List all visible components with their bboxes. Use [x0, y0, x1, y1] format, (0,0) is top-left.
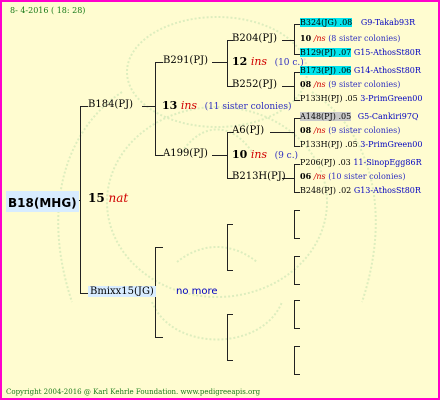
gen2-num: 10 — [232, 148, 248, 161]
gen2-item[interactable]: B291(PJ) — [163, 55, 208, 66]
footer-copyright: Copyright 2004-2016 @ Karl Kehrle Founda… — [6, 388, 261, 396]
gen3-item[interactable]: A6(PJ) — [232, 125, 264, 136]
gen4-code: G9 — [360, 18, 373, 27]
gen4-id: B248(PJ) .02 — [300, 186, 352, 195]
gen4-id: B324(JG) .08 — [300, 18, 353, 27]
gen3-tag: /ns — [313, 80, 326, 89]
gen4-line: -SinopEgg86R — [363, 158, 422, 167]
gen4-code: G5 — [357, 112, 370, 121]
gen2-tag: ins — [250, 148, 268, 161]
gen2-info: 12 ins (10 c.) — [232, 55, 304, 68]
gen2-num: 12 — [232, 55, 248, 68]
gen4-line: -Takab93R — [372, 18, 416, 27]
gen3-num: 10 — [300, 33, 312, 43]
gen3-note: (8 sister colonies) — [328, 34, 401, 43]
gen4-code: G13 — [353, 186, 371, 195]
gen3-note: (10 sister colonies) — [328, 172, 406, 181]
gen3-info: 06 /ns (10 sister colonies) — [300, 171, 405, 181]
gen4-line: -AthosSt80R — [370, 48, 421, 57]
no-more-label: no more — [176, 286, 218, 297]
root-tag: nat — [108, 191, 129, 205]
gen4-line: -PrimGreen00 — [365, 94, 423, 103]
gen3-tag: /ns — [313, 172, 326, 181]
gen4-line: -Cankiri97Q — [369, 112, 419, 121]
gen4-code: 11 — [353, 158, 364, 167]
gen4-row[interactable]: B324(JG) .08 G9-Takab93R — [300, 18, 415, 27]
gen3-note: (9 sister colonies) — [328, 80, 401, 89]
gen4-row[interactable]: B173(PJ) .06 G14-AthosSt80R — [300, 66, 421, 75]
gen4-id: P206(PJ) .03 — [300, 158, 351, 167]
gen3-num: 06 — [300, 171, 312, 181]
gen4-code: G15 — [353, 48, 371, 57]
gen2-tag: ins — [250, 55, 268, 68]
gen4-line: -AthosSt80R — [370, 66, 421, 75]
pedigree-frame: 8- 4-2016 ( 18: 28) B18(MHG) 15 nat B184… — [2, 2, 438, 398]
gen3-info: 08 /ns (9 sister colonies) — [300, 125, 400, 135]
gen2-info: 10 ins (9 c.) — [232, 148, 298, 161]
gen3-tag: /ns — [313, 34, 326, 43]
gen1-father-num: 13 — [162, 99, 178, 112]
report-date: 8- 4-2016 ( 18: 28) — [10, 6, 86, 15]
gen3-num: 08 — [300, 125, 312, 135]
gen3-num: 08 — [300, 79, 312, 89]
gen3-item[interactable]: B204(PJ) — [232, 33, 277, 44]
gen2-note: (9 c.) — [274, 151, 299, 161]
gen3-item[interactable]: B252(PJ) — [232, 79, 277, 90]
gen4-row[interactable]: P133H(PJ) .05 3-PrimGreen00 — [300, 140, 422, 149]
gen1-father[interactable]: B184(PJ) — [88, 99, 133, 110]
gen4-code: G14 — [353, 66, 371, 75]
gen4-row[interactable]: B248(PJ) .02 G13-AthosSt80R — [300, 186, 421, 195]
gen3-info: 08 /ns (9 sister colonies) — [300, 79, 400, 89]
gen1-mother[interactable]: Bmixx15(JG) — [88, 286, 156, 297]
gen1-father-info: 13 ins (11 sister colonies) — [162, 99, 292, 112]
gen1-father-note: (11 sister colonies) — [204, 102, 292, 112]
gen4-row[interactable]: P133H(PJ) .05 3-PrimGreen00 — [300, 94, 422, 103]
gen3-item[interactable]: B213H(PJ) — [232, 171, 286, 182]
gen1-father-tag: ins — [180, 99, 198, 112]
gen4-id: P133H(PJ) .05 — [300, 94, 358, 103]
root-queen[interactable]: B18(MHG) — [6, 191, 79, 212]
gen3-note: (9 sister colonies) — [328, 126, 401, 135]
gen4-id: A148(PJ) .05 — [300, 112, 352, 121]
gen4-id: B173(PJ) .06 — [300, 66, 352, 75]
gen3-info: 10 /ns (8 sister colonies) — [300, 33, 400, 43]
gen4-id: B129(PJ) .07 — [300, 48, 352, 57]
gen4-row[interactable]: A148(PJ) .05 G5-Cankiri97Q — [300, 112, 418, 121]
gen3-tag: /ns — [313, 126, 326, 135]
root-num: 15 — [88, 191, 105, 205]
root-name: B18(MHG) — [8, 196, 77, 210]
gen4-line: -AthosSt80R — [370, 186, 421, 195]
gen4-line: -PrimGreen00 — [365, 140, 423, 149]
gen4-row[interactable]: B129(PJ) .07 G15-AthosSt80R — [300, 48, 421, 57]
root-info: 15 nat — [88, 191, 128, 205]
gen4-row[interactable]: P206(PJ) .03 11-SinopEgg86R — [300, 158, 422, 167]
gen4-id: P133H(PJ) .05 — [300, 140, 358, 149]
gen2-item[interactable]: A199(PJ) — [163, 148, 208, 159]
